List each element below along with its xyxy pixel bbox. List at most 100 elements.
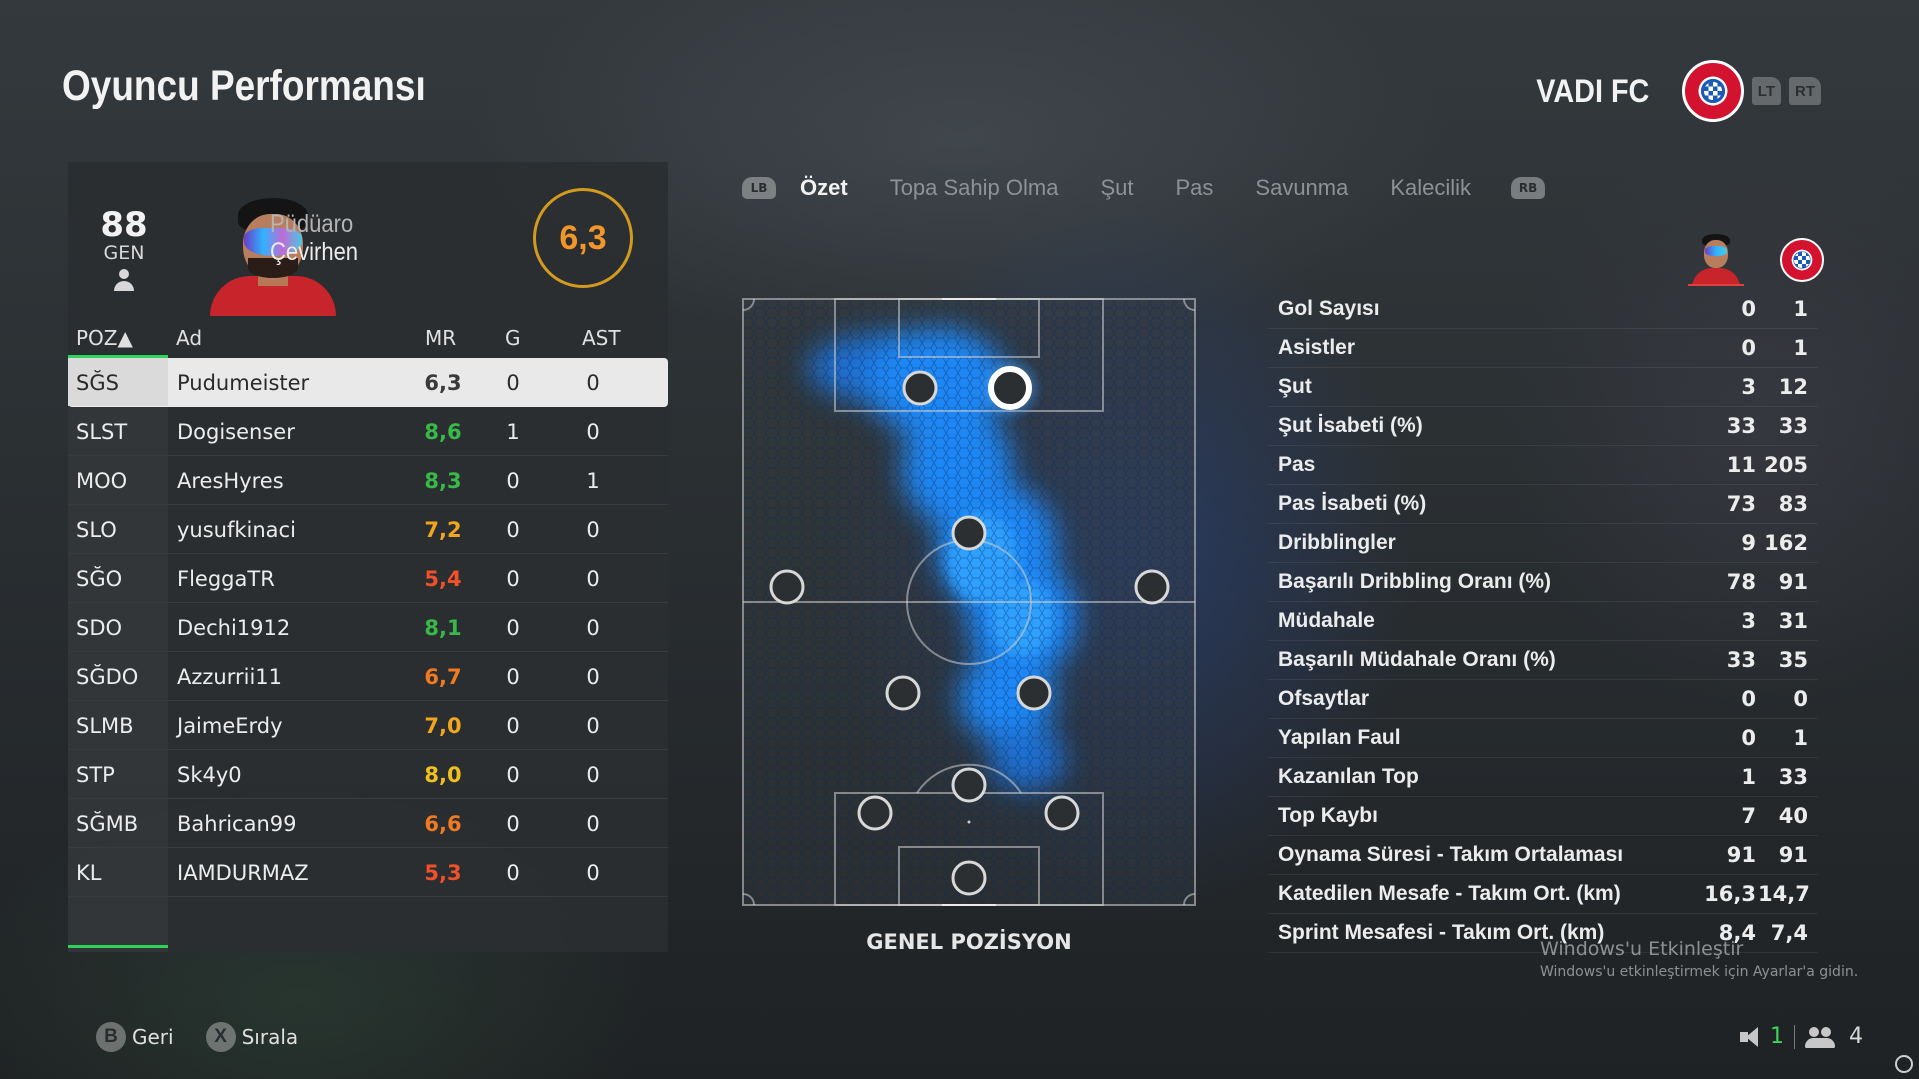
selected-player-marker [988,366,1032,410]
stat-label: Şut İsabeti (%) [1278,414,1423,437]
table-row[interactable]: SĞS Pudumeister 6,3 0 0 [68,358,668,407]
table-row[interactable]: SĞDO Azzurrii11 6,7 0 0 [68,652,668,701]
player-name-cell: yusufkinaci [177,518,296,542]
people-icon [1805,1025,1835,1049]
rt-button[interactable]: RT [1789,77,1821,105]
mr-value: 7,0 [424,714,462,738]
stat-label: Başarılı Müdahale Oranı (%) [1278,648,1556,671]
position-cell: SLST [76,420,128,444]
player-list-panel: 88 GEN Püdüaro Çevirhen 6,3 POZ▲ Ad MR G… [68,162,668,952]
stat-label: Pas [1278,453,1316,476]
team-stat-value: 83 [1778,492,1808,516]
table-row[interactable]: SLST Dogisenser 8,6 1 0 [68,407,668,456]
overall-rating: 88 GEN [88,207,160,295]
position-cell: SĞO [76,567,123,591]
x-button-icon[interactable]: X [205,1022,236,1052]
position-cell: SLO [76,518,117,542]
team-stat-value: 1 [1793,726,1808,750]
table-row[interactable]: SĞO FleggaTR 5,4 0 0 [68,554,668,603]
back-label[interactable]: Geri [132,1025,174,1049]
rb-button[interactable]: RB [1511,177,1546,199]
stat-label: Katedilen Mesafe - Takım Ort. (km) [1278,882,1621,905]
header-mr[interactable]: MR [425,326,456,350]
stat-row: Ofsaytlar 0 0 [1268,680,1818,719]
table-row[interactable]: STP Sk4y0 8,0 0 0 [68,750,668,799]
player-marker [951,767,987,803]
assists-cell: 0 [586,420,600,444]
player-name-cell: Pudumeister [177,371,310,395]
team-stat-value: 0 [1793,687,1808,711]
player-stat-value: 9 [1741,531,1756,555]
table-row[interactable]: SLMB JaimeErdy 7,0 0 0 [68,701,668,750]
assists-cell: 0 [586,812,600,836]
team-crest-icon [1780,238,1824,282]
stat-label: Başarılı Dribbling Oranı (%) [1278,570,1552,593]
sort-label[interactable]: Sırala [242,1025,299,1049]
table-row[interactable]: SDO Dechi1912 8,1 0 0 [68,603,668,652]
position-heatmap [742,298,1196,906]
position-cell: KL [76,861,102,885]
stat-row: Asistler 0 1 [1268,329,1818,368]
table-row[interactable]: KL IAMDURMAZ 5,3 0 0 [68,848,668,897]
b-button-icon[interactable]: B [96,1022,126,1052]
assists-cell: 0 [586,665,600,689]
pitch-diagram [742,298,1196,906]
overall-label: GEN [103,242,145,264]
tab-pas[interactable]: Pas [1175,175,1213,201]
goals-cell: 0 [506,567,520,591]
voice-count: 1 [1770,1024,1784,1049]
team-stat-value: 35 [1778,648,1808,672]
assists-cell: 0 [586,616,600,640]
player-name-cell: JaimeErdy [177,714,283,738]
stat-label: Müdahale [1278,609,1375,632]
player-name-cell: AresHyres [177,469,284,493]
lt-button[interactable]: LT [1751,77,1781,105]
stat-row: Şut İsabeti (%) 33 33 [1268,407,1818,446]
header-ast[interactable]: AST [582,326,621,350]
header-name[interactable]: Ad [176,326,202,350]
table-row[interactable]: SLO yusufkinaci 7,2 0 0 [68,505,668,554]
header-g[interactable]: G [505,326,521,350]
goals-cell: 0 [506,714,520,738]
player-marker [951,515,987,551]
table-row[interactable]: SĞMB Bahrican99 6,6 0 0 [68,799,668,848]
player-first-name: Püdüaro [270,210,354,238]
mr-value: 8,0 [424,763,462,787]
goals-cell: 0 [506,665,520,689]
status-indicators: 1 4 [1738,1024,1863,1049]
table-row[interactable]: MOO AresHyres 8,3 0 1 [68,456,668,505]
player-avatar [1688,230,1744,286]
player-stat-value: 0 [1741,687,1756,711]
tab-topa-sahip-olma[interactable]: Topa Sahip Olma [890,175,1059,201]
tab-kalecilik[interactable]: Kalecilik [1390,175,1471,201]
goals-cell: 0 [506,518,520,542]
stat-label: Asistler [1278,336,1356,359]
stat-label: Şut [1278,375,1312,398]
stat-row: Dribblingler 9 162 [1268,524,1818,563]
stat-row: Katedilen Mesafe - Takım Ort. (km) 16,3 14… [1268,875,1818,914]
position-cell: STP [76,763,115,787]
player-marker [1044,795,1080,831]
player-stat-value: 7 [1741,804,1756,828]
stat-row: Gol Sayısı 0 1 [1268,290,1818,329]
team-stat-value: 1 [1793,297,1808,321]
divider [1794,1024,1795,1049]
player-stat-value: 3 [1741,375,1756,399]
mr-value: 7,2 [424,518,462,542]
assists-cell: 0 [586,371,600,395]
player-stat-value: 33 [1726,648,1756,672]
player-stat-value: 0 [1741,336,1756,360]
tab-ozet[interactable]: Özet [800,175,848,201]
player-marker [1134,569,1170,605]
player-name: Püdüaro Çevirhen [270,210,358,266]
team-stat-value: 91 [1778,570,1808,594]
header-pos[interactable]: POZ▲ [76,326,133,350]
lb-button[interactable]: LB [742,177,776,199]
position-cell: SLMB [76,714,134,738]
tab-savunma[interactable]: Savunma [1255,175,1348,201]
team-stat-value: 12 [1778,375,1808,399]
position-column-footer [68,897,168,952]
player-marker [857,795,893,831]
player-stat-value: 33 [1726,414,1756,438]
tab-sut[interactable]: Şut [1100,175,1133,201]
